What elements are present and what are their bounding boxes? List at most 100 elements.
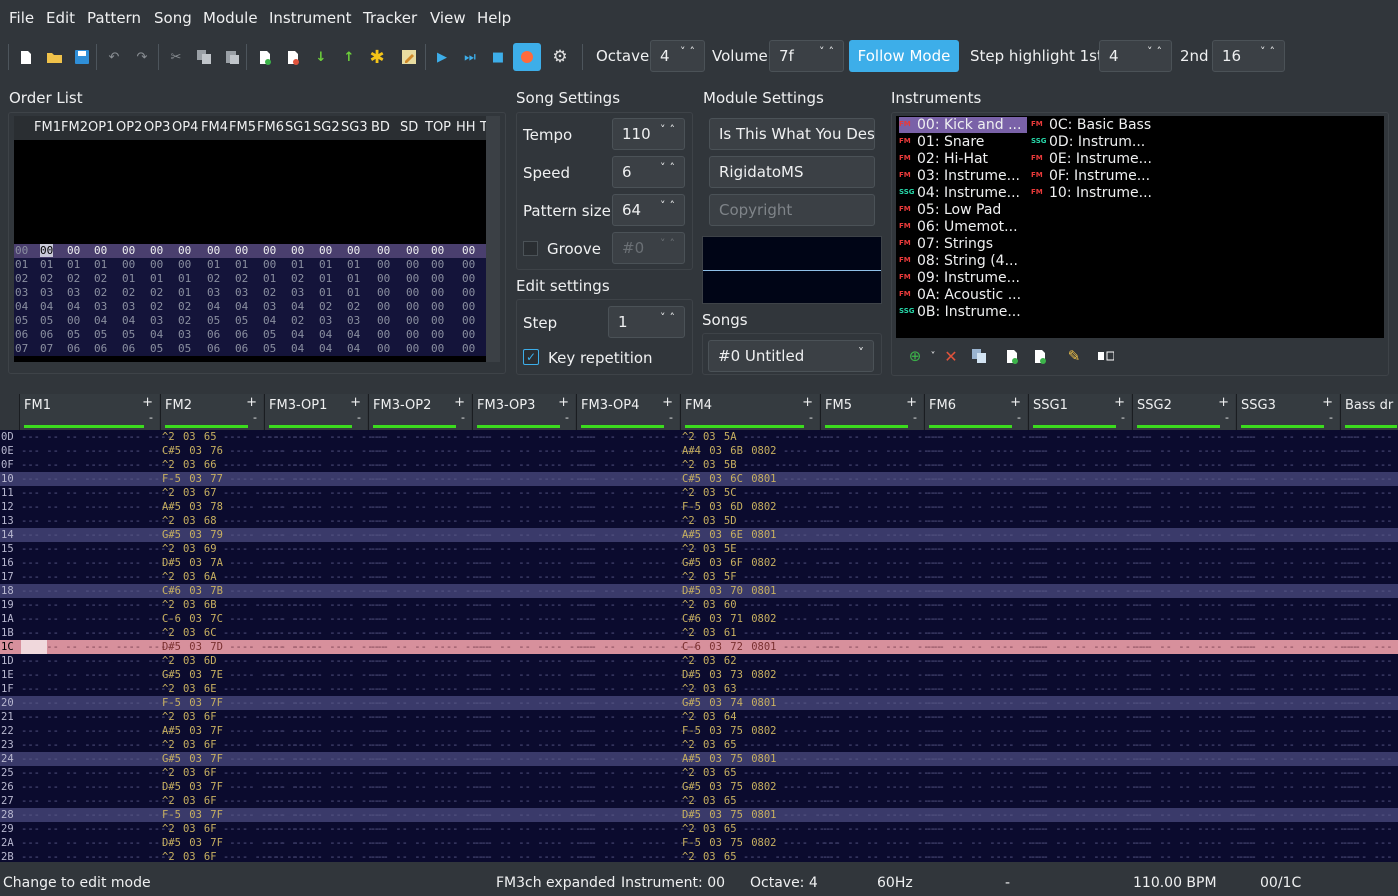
pattern-row[interactable]: 28 --- -- -- ---- ---- ---- F-5 03 7F ----…	[0, 808, 1398, 822]
pattern-cell[interactable]: --- -- -- ---- ----	[266, 528, 386, 542]
pattern-row[interactable]: 12 --- -- -- ---- ---- ---- A#5 03 78 ----…	[0, 500, 1398, 514]
pattern-cell[interactable]: F-5 03 6D 0802 ---- ----	[682, 500, 840, 514]
pattern-cell[interactable]: --- -- -- ---- ----	[1030, 570, 1150, 584]
pattern-cell[interactable]: --- -- -- ---- ----	[822, 766, 942, 780]
pattern-row[interactable]: 23 --- -- -- ---- ---- ---- ^2 03 6F ---- …	[0, 738, 1398, 752]
pattern-cell[interactable]: --- -- -- ---- ---- ----	[21, 486, 173, 500]
pattern-cell[interactable]: --- -- -- ---- ---- ----	[21, 612, 173, 626]
pattern-cell[interactable]: --- -- -- ---- ----	[370, 486, 490, 500]
pattern-row[interactable]: 0D --- -- -- ---- ---- ---- ^2 03 65 ---- …	[0, 430, 1398, 444]
pattern-cell[interactable]: ---- ---	[1342, 612, 1393, 626]
order-cell[interactable]: 00	[431, 258, 444, 271]
pattern-cell[interactable]: --- -- -- ---- ----	[1134, 472, 1254, 486]
order-cell[interactable]: 02	[122, 286, 135, 299]
order-cell[interactable]: 03	[150, 314, 163, 327]
order-cell[interactable]: 05	[263, 328, 276, 341]
pattern-cell[interactable]: ---- ---	[1342, 738, 1393, 752]
order-cell[interactable]: 00	[462, 258, 475, 271]
order-cell[interactable]: 05	[94, 328, 107, 341]
pattern-row[interactable]: 2B --- -- -- ---- ---- ---- ^2 03 6F ---- …	[0, 850, 1398, 862]
step-highlight-1-spinbox[interactable]: 4 ˅˄	[1099, 40, 1172, 72]
pattern-cell[interactable]: --- -- -- ---- ----	[370, 808, 490, 822]
instrument-item[interactable]: FM 0C: Basic Bass	[1031, 117, 1151, 133]
pattern-cell[interactable]: --- -- -- ---- ----	[1030, 808, 1150, 822]
volume-up-icon[interactable]: +	[454, 395, 465, 410]
pattern-cell[interactable]: --- -- -- ---- ----	[578, 626, 698, 640]
pattern-cell[interactable]: --- -- -- ---- ----	[1030, 682, 1150, 696]
pattern-cell[interactable]: --- -- -- ---- ----	[1030, 780, 1150, 794]
order-cell[interactable]: 04	[94, 314, 107, 327]
pattern-row[interactable]: 18 --- -- -- ---- ---- ---- C#6 03 7B ----…	[0, 584, 1398, 598]
pattern-cell[interactable]: --- -- -- ---- ----	[926, 542, 1046, 556]
pattern-cell[interactable]: --- -- -- ---- ----	[578, 570, 698, 584]
pattern-cell[interactable]: --- -- -- ---- ----	[822, 836, 942, 850]
pattern-cell[interactable]: --- -- -- ---- ----	[926, 724, 1046, 738]
volume-up-icon[interactable]: +	[1218, 395, 1229, 410]
pattern-cell[interactable]: ---- ---	[1342, 808, 1393, 822]
order-row[interactable]: 000000000000000000000000000000000000	[14, 244, 499, 258]
pattern-cell[interactable]: ---- ---	[1342, 584, 1393, 598]
pattern-cell[interactable]: --- -- -- ---- ----	[926, 668, 1046, 682]
order-cell[interactable]: 00	[178, 244, 191, 257]
order-cell[interactable]: 04	[122, 314, 135, 327]
pattern-cell[interactable]: --- -- -- ---- ----	[370, 472, 490, 486]
pattern-row[interactable]: 24 --- -- -- ---- ---- ---- G#5 03 7F ----…	[0, 752, 1398, 766]
pattern-cell[interactable]: --- -- -- ---- ----	[926, 696, 1046, 710]
pattern-cell[interactable]: --- -- -- ---- ----	[266, 766, 386, 780]
record-icon[interactable]	[513, 43, 541, 71]
pattern-cell[interactable]: ^2 03 65 ---- ---- ----	[682, 850, 831, 862]
pattern-cell[interactable]: --- -- -- ---- ---- ----	[21, 556, 173, 570]
order-cell[interactable]: 01	[263, 272, 276, 285]
pattern-cell[interactable]: --- -- -- ---- ----	[1238, 752, 1358, 766]
pattern-cell[interactable]: --- -- -- ---- ----	[1238, 584, 1358, 598]
pattern-cell[interactable]: --- -- -- ---- ----	[1134, 542, 1254, 556]
pattern-cell[interactable]: --- -- -- ---- ----	[578, 780, 698, 794]
pattern-cell[interactable]: --- -- -- ---- ----	[1238, 542, 1358, 556]
song-select[interactable]: #0 Untitled ˅	[708, 340, 874, 372]
pattern-cell[interactable]: --- -- -- ---- ----	[926, 528, 1046, 542]
order-cell[interactable]: 01	[347, 272, 360, 285]
pattern-cell[interactable]: --- -- -- ---- ----	[1134, 850, 1254, 862]
pattern-cell[interactable]: --- -- -- ---- ----	[370, 598, 490, 612]
order-cell[interactable]: 04	[319, 328, 332, 341]
channel-header[interactable]: FM3-OP1 + -	[264, 394, 367, 430]
instrument-item[interactable]: FM 01: Snare	[899, 134, 984, 150]
pattern-cell[interactable]: --- -- -- ---- ----	[822, 808, 942, 822]
pattern-cell[interactable]: --- -- -- ---- ----	[474, 626, 594, 640]
pattern-cell[interactable]: --- -- -- ---- ----	[1238, 472, 1358, 486]
pattern-cell[interactable]: --- -- -- ---- ----	[474, 570, 594, 584]
pattern-row[interactable]: 19 --- -- -- ---- ---- ---- ^2 03 6B ---- …	[0, 598, 1398, 612]
pattern-cell[interactable]: --- -- -- ---- ----	[474, 696, 594, 710]
order-cell[interactable]: 02	[67, 272, 80, 285]
pattern-cell[interactable]: --- -- -- ---- ----	[370, 766, 490, 780]
pattern-row[interactable]: 1D --- -- -- ---- ---- ---- ^2 03 6D ---- …	[0, 654, 1398, 668]
pattern-cell[interactable]: --- -- -- ---- ----	[578, 542, 698, 556]
pattern-cell[interactable]: ^2 03 60 ---- ---- ----	[682, 598, 831, 612]
instrument-item[interactable]: FM 08: String (4...	[899, 253, 1018, 269]
pattern-cell[interactable]: --- -- -- ---- ----	[822, 780, 942, 794]
pattern-cell[interactable]: --- -- -- ---- ----	[266, 598, 386, 612]
volume-down-icon[interactable]: -	[357, 411, 361, 424]
pattern-cell[interactable]: --- -- -- ---- ----	[1238, 668, 1358, 682]
pattern-cell[interactable]: D#5 03 73 0802 ---- ----	[682, 668, 840, 682]
pattern-row[interactable]: 16 --- -- -- ---- ---- ---- D#5 03 7A ----…	[0, 556, 1398, 570]
order-cell[interactable]: 02	[178, 314, 191, 327]
pattern-cell[interactable]: --- -- -- ---- ----	[1134, 486, 1254, 500]
pattern-cell[interactable]: --- -- -- ---- ----	[266, 500, 386, 514]
pattern-cell[interactable]: --- -- -- ---- ----	[822, 724, 942, 738]
order-cell[interactable]: 02	[178, 300, 191, 313]
pattern-cell[interactable]: --- -- -- ---- ----	[370, 682, 490, 696]
order-cell[interactable]: 03	[347, 314, 360, 327]
pattern-cell[interactable]: --- -- -- ---- ----	[370, 668, 490, 682]
pattern-row[interactable]: 20 --- -- -- ---- ---- ---- F-5 03 7F ----…	[0, 696, 1398, 710]
pattern-cell[interactable]: ---- ---	[1342, 794, 1393, 808]
copy-icon[interactable]	[193, 46, 215, 68]
pattern-cell[interactable]: --- -- -- ---- ----	[822, 584, 942, 598]
pattern-cell[interactable]: --- -- -- ---- ----	[822, 654, 942, 668]
pattern-cell[interactable]: --- -- -- ---- ----	[926, 458, 1046, 472]
order-cell[interactable]: 06	[122, 342, 135, 355]
clone-instrument-icon[interactable]	[968, 345, 990, 367]
pattern-cell[interactable]: --- -- -- ---- ----	[578, 458, 698, 472]
pattern-cell[interactable]: ---- ---	[1342, 752, 1393, 766]
open-folder-icon[interactable]	[43, 46, 65, 68]
